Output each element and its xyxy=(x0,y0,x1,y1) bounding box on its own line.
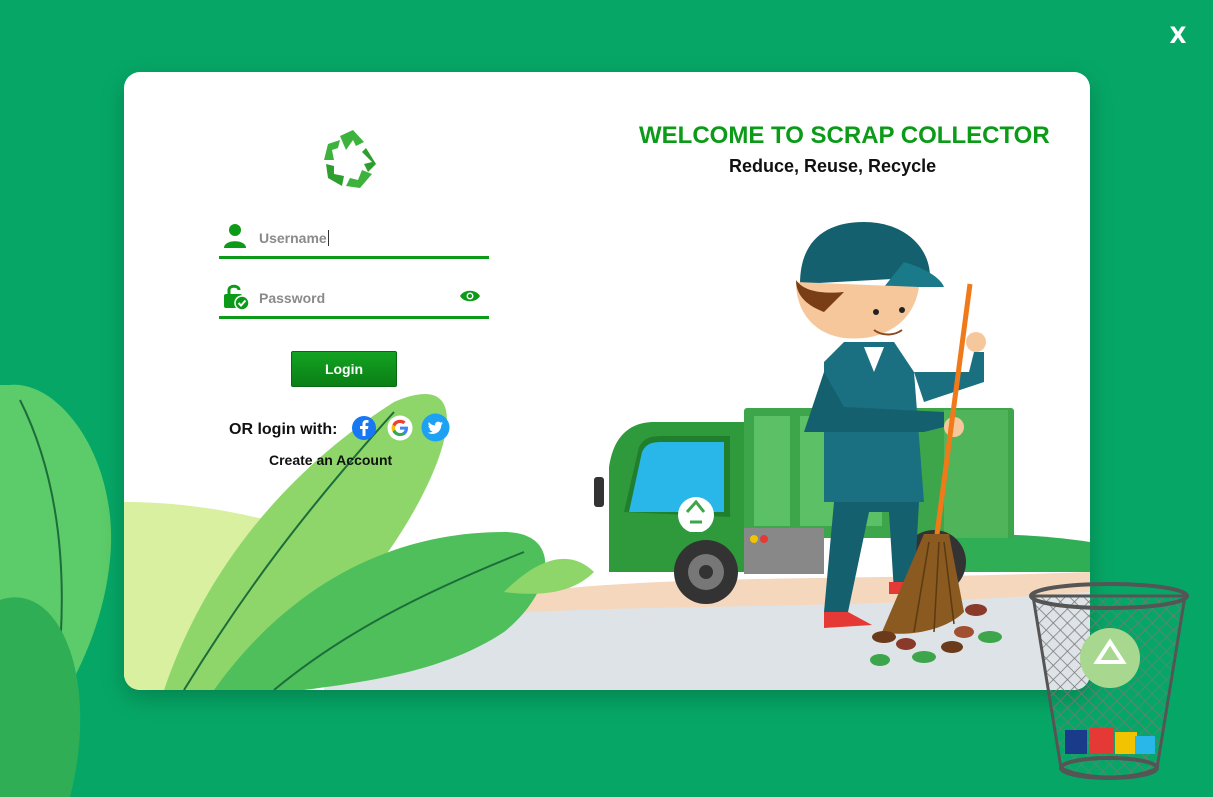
login-card: Username Password Login OR login with: C… xyxy=(124,72,1090,690)
recycle-bin-illustration xyxy=(1029,582,1189,780)
garbage-truck-illustration xyxy=(594,222,1014,666)
close-icon[interactable]: X xyxy=(1163,22,1193,52)
